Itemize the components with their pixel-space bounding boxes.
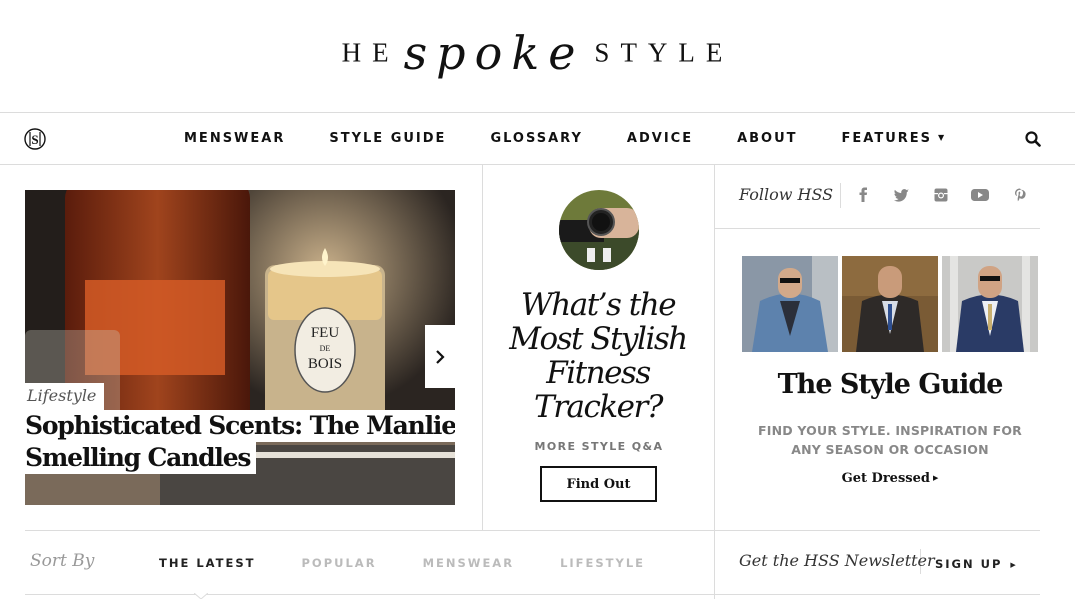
column-divider-left (482, 165, 483, 530)
nav-item-features-label: FEATURES (841, 131, 933, 146)
logo-right-caps: STYLE (594, 37, 734, 68)
sort-by-label: Sort By (30, 551, 95, 571)
follow-label: Follow HSS (739, 185, 834, 204)
sort-tab-menswear[interactable]: MENSWEAR (423, 556, 515, 570)
qa-title-line4: Tracker? (534, 389, 663, 425)
triangle-right-icon: ▶ (1010, 561, 1018, 569)
style-guide-image-denim (742, 256, 838, 352)
nav-item-about[interactable]: ABOUT (737, 131, 797, 146)
qa-title-line2: Most Stylish (509, 321, 688, 357)
main-nav: S MENSWEAR STYLE GUIDE GLOSSARY ADVICE A… (0, 114, 1075, 165)
chevron-right-icon (436, 349, 445, 364)
qa-subtitle[interactable]: MORE STYLE Q&A (483, 440, 715, 453)
style-guide-photo-3[interactable] (942, 256, 1038, 352)
hero-title-line1[interactable]: Sophisticated Scents: The Manliest (25, 410, 455, 442)
get-dressed-link[interactable]: Get Dressed ▶ (715, 471, 1065, 486)
qa-thumbnail[interactable] (559, 190, 639, 270)
watch-image (559, 190, 639, 270)
active-tab-pointer-icon (194, 593, 208, 599)
hss-monogram-icon[interactable]: S (24, 126, 46, 152)
qa-title[interactable]: What’s the Most Stylish Fitness Tracker? (498, 288, 698, 424)
logo-script: spoke (403, 26, 585, 80)
hero-category[interactable]: Lifestyle (25, 383, 105, 410)
style-guide-photo-1[interactable] (742, 256, 838, 352)
style-guide-photo-2[interactable] (842, 256, 938, 352)
sort-tab-popular[interactable]: POPULAR (302, 556, 377, 570)
nav-item-features[interactable]: FEATURES ▼ (842, 131, 947, 146)
nav-item-menswear[interactable]: MENSWEAR (184, 131, 285, 146)
nav-item-advice[interactable]: ADVICE (627, 131, 693, 146)
sort-tab-latest[interactable]: THE LATEST (159, 556, 256, 570)
pinterest-icon[interactable] (1011, 186, 1029, 204)
style-guide-title[interactable]: The Style Guide (715, 369, 1065, 400)
qa-title-line3: Fitness (546, 355, 651, 391)
masthead: HEspoke STYLE (0, 0, 1075, 113)
hero-next-button[interactable] (425, 325, 455, 388)
nav-item-glossary[interactable]: GLOSSARY (490, 131, 582, 146)
hero-title-line2[interactable]: Smelling Candles (25, 442, 257, 474)
follow-label-divider (840, 183, 841, 208)
newsletter-label: Get the HSS Newsletter (739, 551, 935, 570)
sort-bar-top-border (25, 530, 1040, 531)
follow-divider (715, 228, 1040, 229)
sort-tab-lifestyle[interactable]: LIFESTYLE (560, 556, 645, 570)
candle-label-line2: DE (320, 344, 331, 353)
find-out-button[interactable]: Find Out (540, 466, 657, 502)
hero-slider[interactable]: FEU DE BOIS Lifestyle Sophisticated Scen… (25, 190, 455, 505)
site-logo[interactable]: HEspoke STYLE (0, 26, 1075, 80)
get-dressed-label: Get Dressed (841, 471, 930, 486)
triangle-right-icon: ▶ (932, 473, 939, 482)
svg-text:S: S (31, 132, 38, 147)
instagram-icon[interactable] (932, 186, 950, 204)
twitter-icon[interactable] (893, 186, 911, 204)
style-guide-image-blazer (942, 256, 1038, 352)
search-icon[interactable] (1025, 131, 1041, 147)
logo-left-caps: HE (341, 37, 400, 68)
youtube-icon[interactable] (970, 186, 990, 204)
signup-label: SIGN UP (935, 557, 1003, 571)
style-guide-image-suit (842, 256, 938, 352)
candle-label-line1: FEU (311, 325, 340, 341)
newsletter-signup-link[interactable]: SIGN UP ▶ (935, 557, 1018, 571)
nav-item-style-guide[interactable]: STYLE GUIDE (329, 131, 446, 146)
sort-tabs: THE LATEST POPULAR MENSWEAR LIFESTYLE (159, 556, 691, 570)
sort-bar-bottom-border (25, 594, 1040, 595)
qa-title-line1: What’s the (520, 287, 677, 323)
nav-menu: MENSWEAR STYLE GUIDE GLOSSARY ADVICE ABO… (184, 131, 990, 146)
style-guide-subtitle: FIND YOUR STYLE. INSPIRATION FOR ANY SEA… (758, 423, 1022, 457)
facebook-icon[interactable] (855, 186, 873, 204)
caret-down-icon: ▼ (938, 133, 947, 142)
candle-label-line3: BOIS (308, 356, 342, 372)
